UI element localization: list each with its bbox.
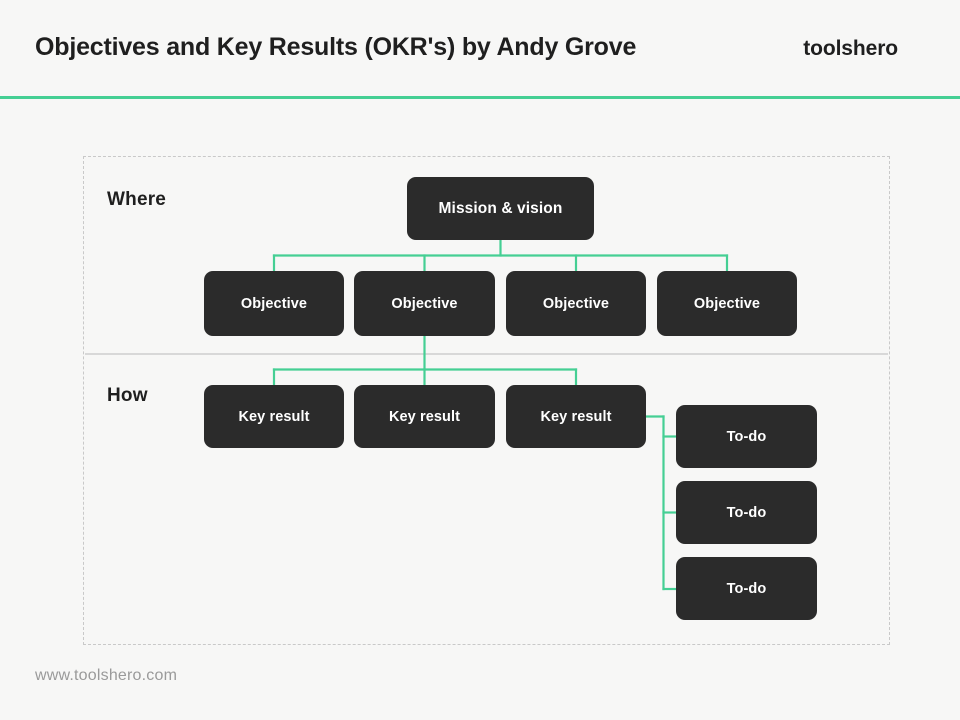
page-header: Objectives and Key Results (OKR's) by An… — [0, 0, 960, 99]
page-title: Objectives and Key Results (OKR's) by An… — [35, 33, 637, 61]
footer-url: www.toolshero.com — [35, 667, 178, 684]
node-objective-4[interactable]: Objective — [657, 271, 797, 336]
section-label-how: How — [107, 385, 148, 406]
node-todo-1[interactable]: To-do — [676, 405, 817, 468]
node-key-result-2[interactable]: Key result — [354, 385, 495, 448]
brand-logo-toolshero: toolshero — [803, 37, 898, 60]
node-todo-3[interactable]: To-do — [676, 557, 817, 620]
section-divider — [85, 353, 888, 355]
node-mission-and-vision[interactable]: Mission & vision — [407, 177, 594, 240]
node-key-result-1[interactable]: Key result — [204, 385, 344, 448]
node-objective-3[interactable]: Objective — [506, 271, 646, 336]
node-objective-2[interactable]: Objective — [354, 271, 495, 336]
node-key-result-3[interactable]: Key result — [506, 385, 646, 448]
node-todo-2[interactable]: To-do — [676, 481, 817, 544]
node-objective-1[interactable]: Objective — [204, 271, 344, 336]
section-label-where: Where — [107, 189, 167, 210]
